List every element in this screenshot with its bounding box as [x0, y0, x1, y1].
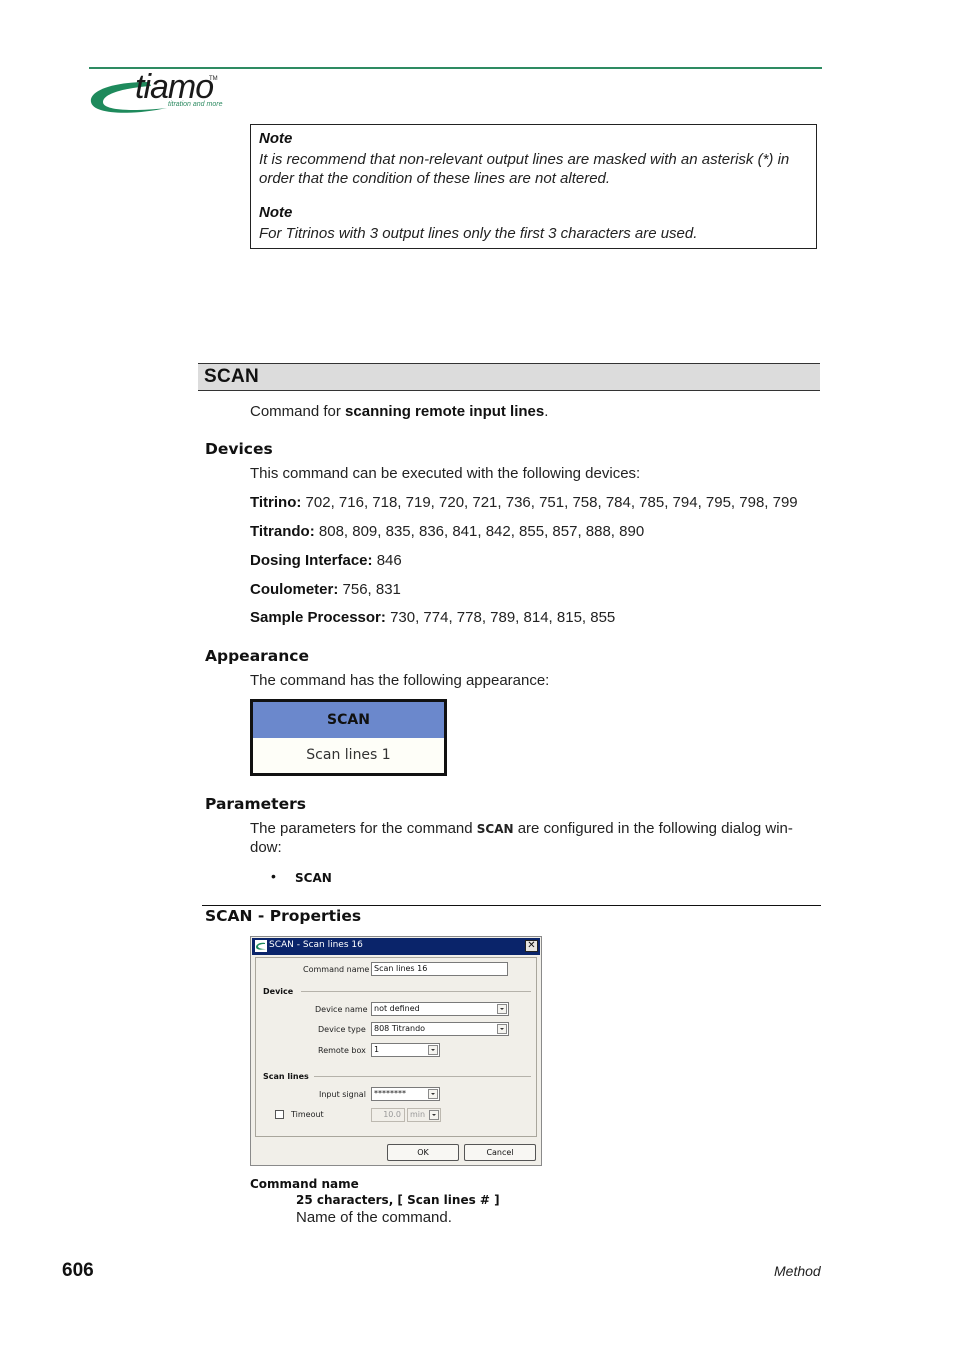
device-name-value: not defined: [374, 1004, 420, 1013]
device-row: Coulometer: 756, 831: [250, 581, 401, 598]
intro-emphasis: scanning remote input lines: [345, 403, 545, 420]
command-name-input[interactable]: Scan lines 16: [371, 962, 508, 976]
remote-box-dropdown[interactable]: 1: [371, 1043, 440, 1057]
intro-text: Command for: [250, 403, 346, 420]
device-values: 808, 809, 835, 836, 841, 842, 855, 857, …: [314, 523, 645, 540]
input-signal-value: ********: [374, 1089, 406, 1098]
chevron-down-icon[interactable]: [428, 1045, 438, 1055]
device-row: Dosing Interface: 846: [250, 552, 402, 569]
intro-suffix: .: [544, 403, 549, 420]
input-signal-dropdown[interactable]: ********: [371, 1087, 440, 1101]
group-separator: [301, 991, 531, 992]
chevron-down-icon[interactable]: [429, 1110, 439, 1120]
appearance-intro: The command has the following appearance…: [250, 672, 550, 689]
device-type-value: 808 Titrando: [374, 1024, 426, 1033]
device-values: 756, 831: [338, 581, 401, 598]
logo-trademark: TM: [209, 76, 218, 82]
device-name-dropdown[interactable]: not defined: [371, 1002, 509, 1016]
parameters-text-prefix: The parameters for the command: [250, 820, 477, 837]
device-type-label: Device type: [318, 1025, 366, 1034]
remote-box-value: 1: [374, 1045, 380, 1054]
devices-heading: Devices: [205, 440, 273, 458]
scan-properties-dialog: SCAN - Scan lines 16 ✕ Command name Scan…: [250, 936, 542, 1166]
command-block-preview: SCAN Scan lines 1: [250, 699, 447, 776]
parameters-heading: Parameters: [205, 795, 306, 813]
note-title: Note: [259, 204, 293, 221]
device-label: Titrando:: [250, 523, 315, 540]
bullet-icon: •: [271, 868, 276, 884]
logo-tagline: titration and more: [168, 101, 223, 108]
section-header: SCAN: [198, 363, 820, 391]
device-values: 730, 774, 778, 789, 814, 815, 855: [385, 609, 616, 626]
command-block-title: SCAN: [253, 702, 444, 738]
note-text: For Titrinos with 3 output lines only th…: [259, 225, 698, 242]
page-number: 606: [62, 1260, 94, 1281]
device-label: Dosing Interface:: [250, 552, 373, 569]
command-name-inline: SCAN: [476, 822, 514, 836]
timeout-checkbox[interactable]: [275, 1110, 284, 1119]
parameters-text: The parameters for the command SCAN are …: [250, 820, 793, 837]
section-intro: Command for scanning remote input lines.: [250, 403, 548, 420]
device-values: 846: [372, 552, 402, 569]
chevron-down-icon[interactable]: [497, 1004, 507, 1014]
tiamo-app-icon: [255, 940, 267, 952]
timeout-unit-dropdown[interactable]: min: [407, 1108, 441, 1122]
command-name-label: Command name: [303, 965, 370, 974]
section-divider: [202, 905, 821, 906]
device-label: Titrino:: [250, 494, 302, 511]
note-text: order that the condition of these lines …: [259, 170, 611, 187]
chapter-label: Method: [774, 1263, 821, 1279]
remote-box-label: Remote box: [318, 1046, 366, 1055]
group-separator: [314, 1076, 531, 1077]
device-label: Coulometer:: [250, 581, 339, 598]
parameters-text-suffix: are configured in the following dialog w…: [513, 820, 793, 837]
chevron-down-icon[interactable]: [497, 1024, 507, 1034]
dialog-content-panel: Command name Scan lines 16 Device Device…: [255, 957, 537, 1137]
parameters-text-line2: dow:: [250, 839, 282, 856]
timeout-value-input[interactable]: 10.0: [371, 1108, 405, 1122]
command-block-body: Scan lines 1: [306, 747, 391, 763]
param-description: Name of the command.: [296, 1209, 452, 1226]
close-button[interactable]: ✕: [525, 940, 538, 952]
devices-intro: This command can be executed with the fo…: [250, 465, 641, 482]
ok-button[interactable]: OK: [387, 1144, 459, 1161]
device-type-dropdown[interactable]: 808 Titrando: [371, 1022, 509, 1036]
bullet-link-scan[interactable]: SCAN: [295, 871, 332, 885]
chevron-down-icon[interactable]: [428, 1089, 438, 1099]
param-name: Command name: [250, 1177, 359, 1191]
device-group-label: Device: [263, 987, 294, 996]
device-values: 702, 716, 718, 719, 720, 721, 736, 751, …: [301, 494, 798, 511]
tiamo-logo: tiamo TM titration and more: [89, 68, 239, 118]
dialog-title: SCAN - Scan lines 16: [269, 940, 363, 950]
device-row: Titrino: 702, 716, 718, 719, 720, 721, 7…: [250, 494, 798, 511]
timeout-unit-value: min: [410, 1110, 426, 1119]
note-text: It is recommend that non-relevant output…: [259, 151, 790, 168]
input-signal-label: Input signal: [319, 1090, 366, 1099]
device-row: Titrando: 808, 809, 835, 836, 841, 842, …: [250, 523, 644, 540]
scan-lines-group-label: Scan lines: [263, 1072, 309, 1081]
device-row: Sample Processor: 730, 774, 778, 789, 81…: [250, 609, 615, 626]
timeout-label: Timeout: [291, 1110, 324, 1119]
param-spec: 25 characters, [ Scan lines # ]: [296, 1193, 500, 1207]
cancel-button[interactable]: Cancel: [464, 1144, 536, 1161]
appearance-heading: Appearance: [205, 647, 309, 665]
note-title: Note: [259, 130, 293, 147]
properties-heading: SCAN - Properties: [205, 907, 362, 925]
device-label: Sample Processor:: [250, 609, 386, 626]
dialog-titlebar[interactable]: SCAN - Scan lines 16 ✕: [252, 938, 540, 955]
note-box: Note It is recommend that non-relevant o…: [250, 124, 817, 249]
section-title: SCAN: [204, 366, 260, 387]
device-name-label: Device name: [315, 1005, 368, 1014]
